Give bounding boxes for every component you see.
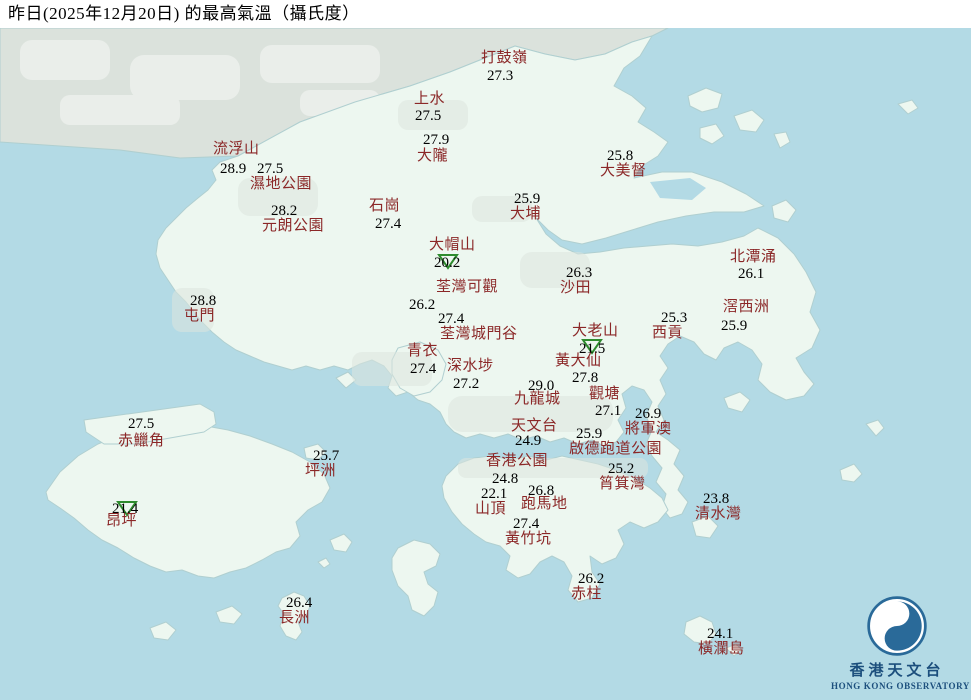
station-label: 屯門 [184,308,216,324]
station-label: 清水灣 [695,506,742,522]
station-label: 將軍澳 [625,421,672,437]
station-value: 27.5 [128,416,155,432]
hko-logo-english-name: HONG KONG OBSERVATORY [831,681,970,691]
station-value: 28.8 [190,293,217,309]
station-label: 大美督 [600,163,647,179]
station-value: 25.8 [607,148,634,164]
station-label: 觀塘 [589,386,621,402]
station-value: 26.2 [578,571,605,587]
station-value: 25.7 [313,448,340,464]
station-label: 大老山 [572,323,619,339]
station-label: 上水 [414,91,446,107]
station-value: 25.2 [608,461,635,477]
station-value: 27.4 [375,216,402,232]
map-title: 昨日(2025年12月20日) 的最高氣溫（攝氏度） [8,4,360,23]
station-value: 27.9 [423,132,450,148]
hko-logo-icon [867,596,927,656]
station-value: 28.2 [271,203,298,219]
station-value: 26.2 [409,297,436,313]
station-value: 26.3 [566,265,593,281]
station-label: 濕地公園 [250,176,313,192]
station-label: 沙田 [560,280,592,296]
station-value: 25.3 [661,310,688,326]
hko-logo: 香港天文台 HONG KONG OBSERVATORY [831,594,970,692]
station-label: 黃竹坑 [505,531,552,547]
station-label: 赤鱲角 [118,433,165,449]
station-label: 荃灣城門谷 [440,326,518,342]
station-value: 26.1 [738,266,765,282]
station-label: 大帽山 [429,237,476,253]
station-label: 赤柱 [571,586,603,602]
station-label: 筲箕灣 [599,476,646,492]
station-label: 青衣 [407,343,439,359]
station-label: 石崗 [369,198,401,214]
station-label: 坪洲 [305,463,337,479]
station-value: 24.9 [515,433,542,449]
station-value: 23.8 [703,491,730,507]
station-value: 26.8 [528,483,555,499]
station-value: 24.1 [707,626,734,642]
title-bar: 昨日(2025年12月20日) 的最高氣溫（攝氏度） [0,0,971,28]
station-label: 香港公園 [486,453,549,469]
station-label: 元朗公園 [262,218,325,234]
station-value: 27.4 [438,311,465,327]
station-value: 20.2 [434,255,461,271]
station-value: 27.4 [513,516,540,532]
station-value: 26.4 [286,595,313,611]
station-label: 西貢 [652,325,684,341]
stations-layer: 打鼓嶺 27.3 上水 27.5 大隴 27.9 流浮山 28.9 濕地公園 27.5 元朗公園 28… [0,0,971,700]
station-value: 25.9 [576,426,603,442]
station-label: 天文台 [511,418,558,434]
station-value: 29.0 [528,378,555,394]
station-value: 26.9 [635,406,662,422]
station-label: 滘西洲 [723,299,770,315]
station-value: 21.4 [112,501,139,517]
station-label: 山頂 [475,501,507,517]
station-label: 大埔 [510,206,542,222]
station-value: 27.8 [572,370,599,386]
station-value: 27.2 [453,376,480,392]
station-label: 黃大仙 [555,353,602,369]
station-label: 流浮山 [213,141,260,157]
station-value: 28.9 [220,161,247,177]
station-value: 25.9 [514,191,541,207]
station-value: 27.5 [415,108,442,124]
station-label: 長洲 [279,610,311,626]
station-label: 北潭涌 [730,249,777,265]
station-label: 荃灣可觀 [436,279,499,295]
station-label: 大隴 [417,148,449,164]
station-label: 打鼓嶺 [481,50,528,66]
station-value: 24.8 [492,471,519,487]
station-label: 橫瀾島 [698,641,745,657]
weather-map-screen: 打鼓嶺 27.3 上水 27.5 大隴 27.9 流浮山 28.9 濕地公園 27.5 元朗公園 28… [0,0,971,700]
station-value: 22.1 [481,486,508,502]
station-value: 27.1 [595,403,622,419]
station-value: 27.3 [487,68,514,84]
station-label: 啟德跑道公園 [569,441,663,457]
station-value: 27.4 [410,361,437,377]
station-value: 25.9 [721,318,748,334]
hko-logo-chinese-name: 香港天文台 [849,663,945,679]
station-value: 27.5 [257,161,284,177]
station-label: 深水埗 [447,358,494,374]
